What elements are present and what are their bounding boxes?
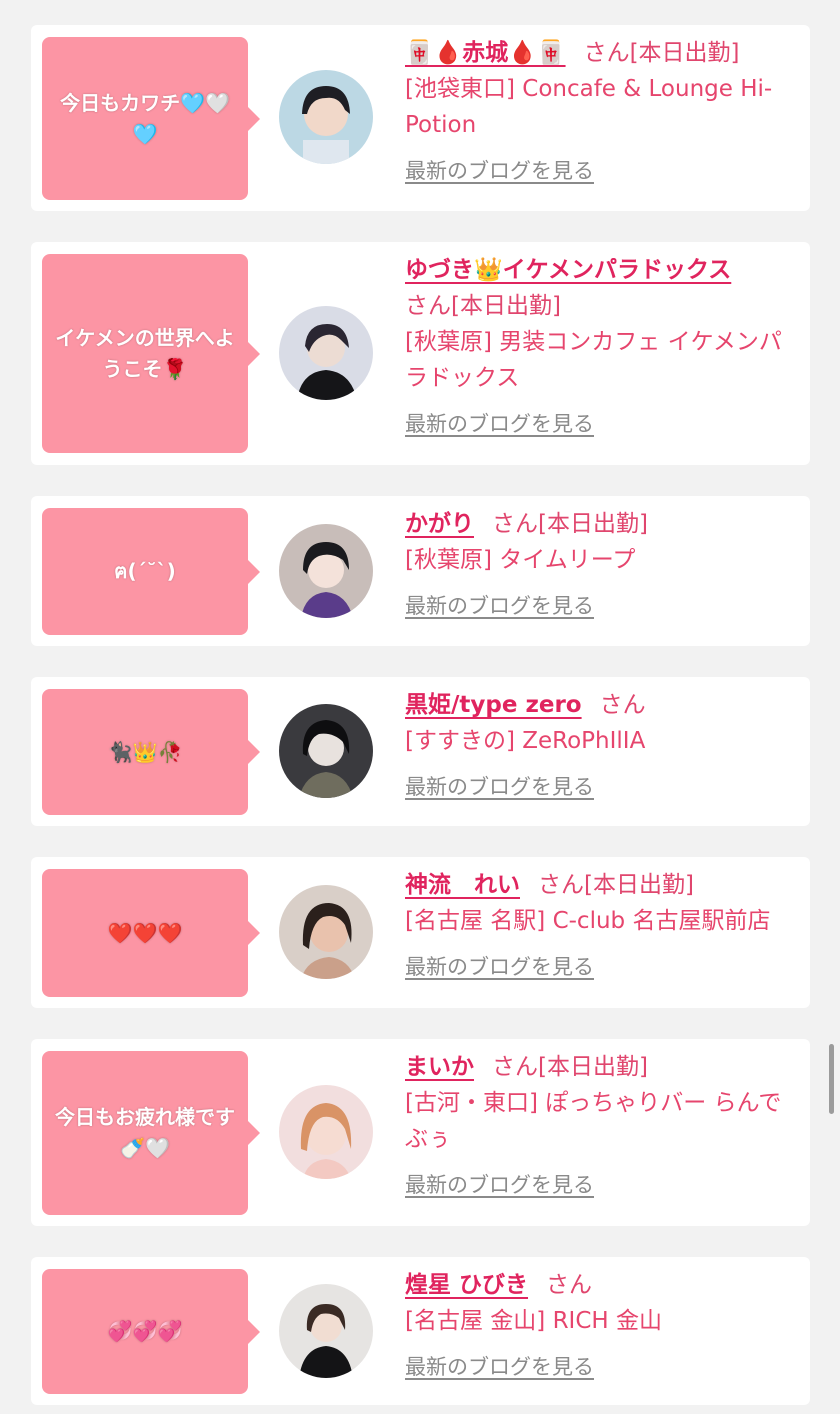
message-bubble: 💞💞💞: [42, 1269, 260, 1394]
name-suffix: さん[本日出勤]: [492, 1054, 648, 1080]
girl-name-link[interactable]: 煌星 ひびき: [405, 1272, 528, 1298]
entry-info: まいか さん[本日出勤] [古河・東口] ぽっちゃりバー らんでぶぅ 最新のブログ…: [405, 1049, 800, 1203]
name-suffix: さん[本日出勤]: [583, 40, 740, 66]
name-suffix: さん: [599, 692, 646, 718]
shop-info: [名古屋 金山] RICH 金山: [405, 1308, 662, 1334]
name-suffix: さん: [546, 1272, 593, 1298]
girl-name-link[interactable]: ゆづき👑イケメンパラドックス: [405, 257, 731, 283]
list-item: ❤️❤️❤️ 神流 れい さん[本日出勤] [名古屋 名駅] C-club 名古屋…: [31, 857, 810, 1008]
list-item: 今日もお疲れ様です🍼🤍 まいか さん[本日出勤] [古河・東口] ぽっちゃりバー …: [31, 1039, 810, 1226]
shop-info: [池袋東口] Concafe & Lounge Hi-Potion: [405, 76, 773, 138]
message-bubble: イケメンの世界へようこそ🌹: [42, 254, 260, 453]
entry-info: 神流 れい さん[本日出勤] [名古屋 名駅] C-club 名古屋駅前店 最新の…: [405, 867, 800, 985]
scrollbar[interactable]: [829, 1044, 834, 1114]
shop-info: [名古屋 名駅] C-club 名古屋駅前店: [405, 908, 771, 934]
message-bubble: 🐈‍⬛👑🥀: [42, 689, 260, 815]
entry-info: 煌星 ひびき さん [名古屋 金山] RICH 金山 最新のブログを見る: [405, 1267, 800, 1385]
girl-name-link[interactable]: かがり: [405, 511, 474, 537]
message-bubble: 今日もお疲れ様です🍼🤍: [42, 1051, 260, 1215]
list-item: イケメンの世界へようこそ🌹 ゆづき👑イケメンパラドックス さん[本日出勤] [秋…: [31, 242, 810, 465]
latest-blog-link[interactable]: 最新のブログを見る: [405, 769, 594, 805]
name-suffix: さん[本日出勤]: [492, 511, 648, 537]
avatar[interactable]: [279, 1284, 373, 1378]
shop-info: [古河・東口] ぽっちゃりバー らんでぶぅ: [405, 1090, 782, 1152]
list-item: ฅ(ˊ˘ˋ) かがり さん[本日出勤] [秋葉原] タイムリープ 最新のブログを見…: [31, 496, 810, 646]
latest-blog-link[interactable]: 最新のブログを見る: [405, 153, 594, 189]
shop-info: [秋葉原] タイムリープ: [405, 547, 636, 573]
latest-blog-link[interactable]: 最新のブログを見る: [405, 406, 594, 442]
message-bubble: 今日もカワチ🩵🤍🩵: [42, 37, 260, 200]
girl-name-link[interactable]: 🀄🩸赤城🩸🀄: [405, 40, 566, 66]
shop-info: [すすきの] ZeRoPhIlIA: [405, 728, 646, 754]
latest-blog-link[interactable]: 最新のブログを見る: [405, 949, 594, 985]
latest-blog-link[interactable]: 最新のブログを見る: [405, 1167, 594, 1203]
avatar[interactable]: [279, 306, 373, 400]
avatar[interactable]: [279, 704, 373, 798]
entry-info: 🀄🩸赤城🩸🀄 さん[本日出勤] [池袋東口] Concafe & Lounge H…: [405, 35, 800, 189]
girl-name-link[interactable]: 神流 れい: [405, 872, 520, 898]
message-bubble: ❤️❤️❤️: [42, 869, 260, 997]
latest-blog-link[interactable]: 最新のブログを見る: [405, 588, 594, 624]
list-item: 💞💞💞 煌星 ひびき さん [名古屋 金山] RICH 金山 最新のブログを見る: [31, 1257, 810, 1405]
name-suffix: さん[本日出勤]: [405, 293, 561, 319]
girl-name-link[interactable]: まいか: [405, 1054, 474, 1080]
latest-blog-link[interactable]: 最新のブログを見る: [405, 1349, 594, 1385]
avatar[interactable]: [279, 524, 373, 618]
girl-name-link[interactable]: 黒姫/type zero: [405, 692, 582, 718]
name-suffix: さん[本日出勤]: [538, 872, 694, 898]
list-item: 今日もカワチ🩵🤍🩵 🀄🩸赤城🩸🀄 さん[本日出勤] [池袋東口] Concafe …: [31, 25, 810, 211]
avatar[interactable]: [279, 885, 373, 979]
message-bubble: ฅ(ˊ˘ˋ): [42, 508, 260, 635]
entry-info: 黒姫/type zero さん [すすきの] ZeRoPhIlIA 最新のブログを…: [405, 687, 800, 805]
avatar[interactable]: [279, 70, 373, 164]
shop-info: [秋葉原] 男装コンカフェ イケメンパラドックス: [405, 329, 782, 391]
list-item: 🐈‍⬛👑🥀 黒姫/type zero さん [すすきの] ZeRoPhIlIA 最…: [31, 677, 810, 826]
entry-info: かがり さん[本日出勤] [秋葉原] タイムリープ 最新のブログを見る: [405, 506, 800, 624]
entry-info: ゆづき👑イケメンパラドックス さん[本日出勤] [秋葉原] 男装コンカフェ イケ…: [405, 252, 800, 442]
avatar[interactable]: [279, 1085, 373, 1179]
